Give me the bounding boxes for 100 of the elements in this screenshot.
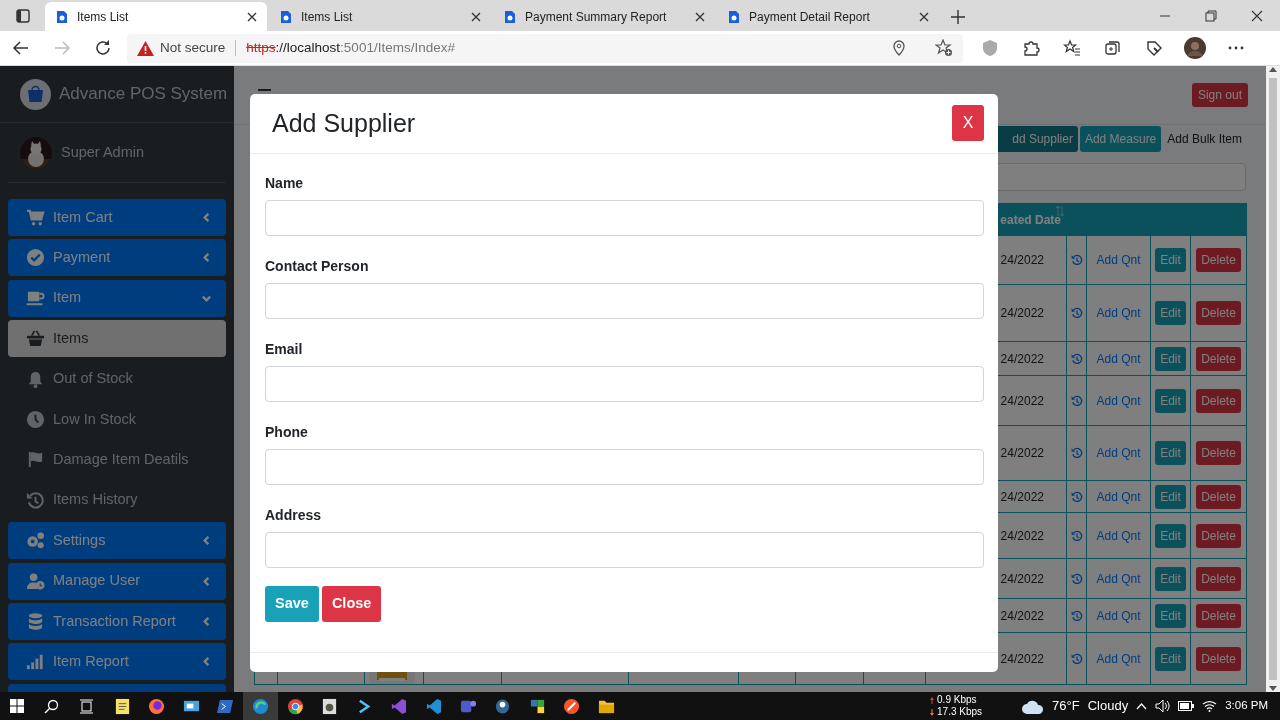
sidebar-item[interactable]: Settings — [8, 522, 226, 560]
clock-time[interactable]: 3:06 PM — [1225, 697, 1268, 715]
windows-icon[interactable] — [10, 699, 25, 713]
back-arrow-icon[interactable] — [11, 39, 30, 57]
toolbar-button[interactable]: Add Measure — [1079, 126, 1162, 152]
column-header[interactable]: eated Date — [1000, 212, 1061, 227]
history-icon[interactable] — [1070, 352, 1083, 365]
close-icon[interactable] — [919, 11, 929, 22]
task-view-icon[interactable] — [79, 698, 94, 714]
delete-button[interactable]: Delete — [1196, 441, 1241, 465]
delete-button[interactable]: Delete — [1196, 484, 1241, 509]
brand-name[interactable]: Advance POS System — [59, 81, 228, 107]
sidebar-item[interactable]: Transaction Report — [8, 602, 226, 640]
history-icon[interactable] — [1070, 609, 1083, 622]
app-icon[interactable] — [113, 697, 131, 715]
edit-button[interactable]: Edit — [1155, 646, 1186, 671]
sidebar-subitem[interactable]: Damage Item Deatils — [8, 441, 226, 479]
input-field[interactable] — [265, 448, 984, 485]
sidebar-subitem[interactable]: Low In Stock — [8, 400, 226, 438]
location-icon[interactable] — [891, 40, 907, 56]
edit-button[interactable]: Edit — [1155, 603, 1186, 628]
shopping-tag-icon[interactable] — [1144, 39, 1163, 57]
edit-button[interactable]: Edit — [1155, 523, 1186, 548]
sidebar-item[interactable]: Item Cart — [8, 199, 226, 236]
sign-out-button[interactable]: Sign out — [1191, 83, 1248, 107]
app-icon[interactable] — [251, 697, 269, 715]
battery-icon[interactable] — [1178, 701, 1195, 711]
edit-button[interactable]: Edit — [1155, 484, 1186, 509]
delete-button[interactable]: Delete — [1196, 388, 1241, 413]
browser-tab[interactable]: Items List — [45, 2, 267, 31]
puzzle-icon[interactable] — [1021, 39, 1040, 57]
scrollbar[interactable] — [1266, 66, 1280, 692]
input-field[interactable] — [265, 282, 984, 319]
edit-button[interactable]: Edit — [1155, 301, 1186, 325]
edit-button[interactable]: Edit — [1155, 346, 1186, 371]
save-button[interactable]: Save — [265, 585, 319, 622]
cloud-icon[interactable] — [1022, 698, 1045, 714]
temperature[interactable]: 76°F — [1052, 696, 1080, 716]
wifi-icon[interactable] — [1202, 700, 1218, 712]
edit-button[interactable]: Edit — [1155, 248, 1186, 272]
sidebar-item[interactable]: Item Report — [8, 643, 226, 681]
restore-icon[interactable] — [1205, 9, 1217, 22]
delete-button[interactable]: Delete — [1196, 523, 1241, 548]
avatar-icon[interactable] — [1183, 37, 1206, 59]
delete-button[interactable]: Delete — [1196, 646, 1241, 671]
caret-up-icon[interactable] — [1136, 702, 1148, 710]
speaker-icon[interactable] — [1155, 699, 1171, 713]
close-button[interactable]: X — [952, 105, 984, 142]
edit-button[interactable]: Edit — [1155, 388, 1186, 413]
collections-icon[interactable] — [1103, 39, 1122, 57]
logo-icon[interactable] — [20, 78, 51, 110]
input-field[interactable] — [265, 531, 984, 568]
sidebar-subitem[interactable]: Items — [8, 320, 226, 358]
input-field[interactable] — [265, 365, 984, 402]
add-quantity-link[interactable]: Add Qnt — [1096, 651, 1141, 666]
history-icon[interactable] — [1070, 529, 1083, 542]
browser-tab[interactable]: Payment Detail Report — [717, 2, 939, 31]
user-name[interactable]: Super Admin — [61, 141, 145, 164]
weather-text[interactable]: Cloudy — [1087, 696, 1129, 716]
history-icon[interactable] — [1070, 652, 1083, 665]
delete-button[interactable]: Delete — [1196, 301, 1241, 325]
search-icon[interactable] — [44, 698, 60, 714]
edit-button[interactable]: Edit — [1155, 441, 1186, 465]
history-icon[interactable] — [1070, 572, 1083, 585]
sidebar-subitem[interactable]: Items History — [8, 481, 226, 519]
close-icon[interactable] — [247, 11, 257, 22]
star-add-icon[interactable] — [935, 39, 953, 57]
favorites-icon[interactable] — [1062, 39, 1081, 57]
app-icon[interactable] — [286, 697, 304, 715]
add-quantity-link[interactable]: Add Qnt — [1096, 306, 1141, 320]
app-icon[interactable] — [321, 697, 339, 715]
sidebar-item[interactable]: Manage User — [8, 562, 226, 600]
browser-tab[interactable]: Items List — [269, 2, 491, 31]
app-icon[interactable] — [528, 697, 546, 715]
close-button[interactable]: Close — [321, 585, 382, 622]
reload-icon[interactable] — [93, 39, 112, 57]
history-icon[interactable] — [1070, 490, 1083, 503]
edit-button[interactable]: Edit — [1155, 566, 1186, 591]
delete-button[interactable]: Delete — [1196, 248, 1241, 272]
app-icon[interactable] — [148, 697, 166, 715]
history-icon[interactable] — [1070, 307, 1083, 319]
close-icon[interactable] — [1251, 9, 1263, 22]
input-field[interactable] — [265, 199, 984, 236]
delete-button[interactable]: Delete — [1196, 566, 1241, 591]
sidebar-item[interactable]: Item — [8, 279, 226, 317]
add-quantity-link[interactable]: Add Qnt — [1096, 446, 1141, 460]
delete-button[interactable]: Delete — [1196, 346, 1241, 371]
history-icon[interactable] — [1070, 394, 1083, 407]
add-quantity-link[interactable]: Add Qnt — [1096, 253, 1141, 267]
app-icon[interactable] — [494, 697, 512, 715]
browser-tab[interactable]: Payment Summary Report — [493, 2, 715, 31]
tabs-menu-icon[interactable] — [15, 8, 30, 23]
history-icon[interactable] — [1070, 447, 1083, 459]
history-icon[interactable] — [1070, 254, 1083, 266]
app-icon[interactable] — [563, 697, 581, 715]
app-icon[interactable] — [217, 697, 235, 715]
close-icon[interactable] — [695, 11, 705, 22]
sidebar-item[interactable]: Payment — [8, 239, 226, 277]
toolbar-button[interactable]: Add Bulk Item — [1163, 126, 1246, 152]
delete-button[interactable]: Delete — [1196, 603, 1241, 628]
